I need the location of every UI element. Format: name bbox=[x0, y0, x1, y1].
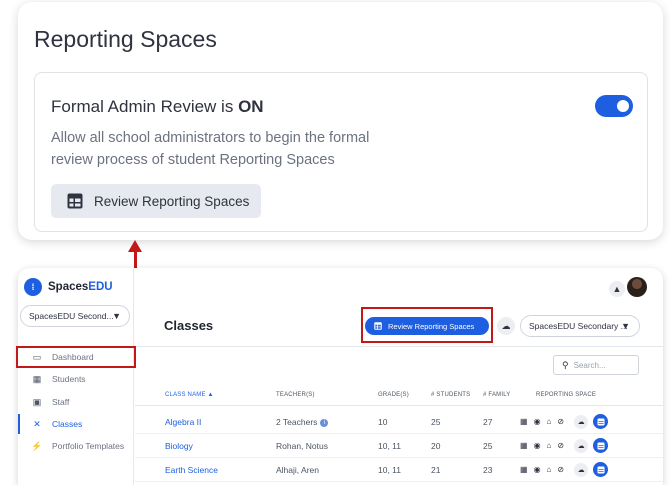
hidden-icon[interactable]: ⊘ bbox=[557, 441, 564, 450]
students-cell: 20 bbox=[431, 441, 441, 451]
divider bbox=[135, 346, 663, 347]
table-row[interactable]: Biology Rohan, Notus 10, 11 20 25 ▦ ◉ ⌂ … bbox=[135, 434, 663, 458]
formal-review-heading: Formal Admin Review is ON bbox=[51, 97, 264, 117]
cloud-icon[interactable]: ☁ bbox=[574, 462, 589, 477]
chevron-down-icon: ▼ bbox=[621, 321, 630, 331]
search-input[interactable]: ⚲ Search... bbox=[553, 355, 639, 375]
table-icon bbox=[67, 193, 83, 209]
class-name-link[interactable]: Earth Science bbox=[165, 465, 218, 475]
review-reporting-spaces-button[interactable]: Review Reporting Spaces bbox=[51, 184, 261, 218]
reporting-space-icon[interactable] bbox=[593, 438, 609, 453]
students-cell: 25 bbox=[431, 417, 441, 427]
family-cell: 25 bbox=[483, 441, 493, 451]
sidebar-item-label: Staff bbox=[52, 397, 70, 407]
bell-icon[interactable]: ▲ bbox=[609, 281, 625, 297]
family-cell: 23 bbox=[483, 465, 493, 475]
column-header-grades[interactable]: GRADE(S) bbox=[378, 392, 409, 398]
formal-review-card: Formal Admin Review is ON Allow all scho… bbox=[34, 72, 648, 232]
chevron-down-icon: ▼ bbox=[112, 311, 121, 321]
annotation-box-review-button bbox=[361, 307, 493, 343]
templates-icon: ⚡ bbox=[31, 440, 43, 451]
column-header-class-name[interactable]: CLASS NAME ▲ bbox=[165, 392, 214, 398]
grades-cell: 10, 11 bbox=[378, 465, 402, 475]
eye-icon[interactable]: ◉ bbox=[534, 417, 541, 426]
grades-cell: 10 bbox=[378, 417, 388, 427]
reporting-space-actions: ▦ ◉ ⌂ ⊘ ☁ bbox=[520, 414, 609, 429]
teachers-cell: 2 Teachers i bbox=[276, 417, 329, 427]
sidebar-item-portfolio-templates[interactable]: ⚡ Portfolio Templates bbox=[18, 436, 134, 456]
formal-review-description: Allow all school administrators to begin… bbox=[51, 130, 370, 168]
school-select-main[interactable]: SpacesEDU Secondary ... ▼ bbox=[520, 315, 640, 337]
logo-suffix: EDU bbox=[88, 281, 113, 293]
info-icon[interactable]: i bbox=[320, 418, 329, 427]
logo-text: SpacesEDU bbox=[48, 281, 113, 293]
class-name-link[interactable]: Algebra II bbox=[165, 417, 201, 427]
cloud-icon[interactable]: ☁ bbox=[574, 438, 589, 453]
teachers-cell: Alhaji, Aren bbox=[276, 465, 319, 475]
eye-icon[interactable]: ◉ bbox=[534, 441, 541, 450]
hidden-icon[interactable]: ⊘ bbox=[557, 465, 564, 474]
column-header-family[interactable]: # FAMILY bbox=[483, 392, 511, 398]
class-name-link[interactable]: Biology bbox=[165, 441, 193, 451]
group-icon[interactable]: ▦ bbox=[520, 441, 528, 450]
reporting-space-icon[interactable] bbox=[593, 414, 609, 429]
group-icon[interactable]: ▦ bbox=[520, 465, 528, 474]
sidebar-item-label: Portfolio Templates bbox=[52, 441, 125, 451]
grades-cell: 10, 11 bbox=[378, 441, 402, 451]
teachers-value: 2 Teachers bbox=[276, 417, 318, 427]
formal-review-toggle[interactable] bbox=[595, 95, 633, 117]
staff-icon: ▣ bbox=[32, 396, 42, 407]
sidebar-item-label: Students bbox=[52, 374, 86, 384]
annotation-box-dashboard bbox=[16, 346, 136, 368]
school-select-value: SpacesEDU Second... bbox=[29, 311, 114, 321]
reporting-space-actions: ▦ ◉ ⌂ ⊘ ☁ bbox=[520, 462, 609, 477]
main-content: ▲ Classes Review Reporting Spaces ☁ Spac… bbox=[135, 268, 663, 485]
sidebar-item-students[interactable]: ▦ Students bbox=[18, 369, 134, 389]
table-row[interactable]: Algebra II 2 Teachers i 10 25 27 ▦ ◉ ⌂ ⊘ … bbox=[135, 410, 663, 434]
cloud-icon[interactable]: ☁ bbox=[497, 317, 515, 335]
teachers-cell: Rohan, Notus bbox=[276, 441, 328, 451]
spacesedu-logo[interactable]: ⁞ SpacesEDU bbox=[24, 278, 113, 296]
callout-title: Reporting Spaces bbox=[34, 26, 217, 52]
formal-review-state: ON bbox=[238, 97, 264, 116]
avatar[interactable] bbox=[627, 277, 647, 297]
logo-prefix: Spaces bbox=[48, 281, 89, 293]
toggle-knob bbox=[617, 100, 629, 112]
formal-review-prefix: Formal Admin Review is bbox=[51, 97, 239, 116]
reporting-spaces-callout: Reporting Spaces Formal Admin Review is … bbox=[18, 2, 663, 240]
page-title: Classes bbox=[164, 318, 214, 333]
home-icon[interactable]: ⌂ bbox=[547, 417, 552, 426]
sidebar: ⁞ SpacesEDU SpacesEDU Second... ▼ ▭ Dash… bbox=[18, 268, 134, 485]
sidebar-item-staff[interactable]: ▣ Staff bbox=[18, 392, 134, 412]
students-icon: ▦ bbox=[32, 373, 42, 384]
column-header-label: CLASS NAME bbox=[165, 392, 206, 398]
reporting-space-actions: ▦ ◉ ⌂ ⊘ ☁ bbox=[520, 438, 609, 453]
spacesedu-app: ⁞ SpacesEDU SpacesEDU Second... ▼ ▭ Dash… bbox=[18, 268, 663, 485]
column-header-teachers[interactable]: TEACHER(S) bbox=[276, 392, 315, 398]
hidden-icon[interactable]: ⊘ bbox=[557, 417, 564, 426]
eye-icon[interactable]: ◉ bbox=[534, 465, 541, 474]
cloud-icon[interactable]: ☁ bbox=[574, 414, 589, 429]
table-header: CLASS NAME ▲ TEACHER(S) GRADE(S) # STUDE… bbox=[135, 386, 663, 406]
sidebar-item-label: Classes bbox=[52, 419, 83, 429]
classes-icon: ✕ bbox=[33, 418, 41, 429]
family-cell: 27 bbox=[483, 417, 493, 427]
logo-mark-icon: ⁞ bbox=[24, 278, 42, 296]
table-row[interactable]: Earth Science Alhaji, Aren 10, 11 21 23 … bbox=[135, 458, 663, 482]
reporting-space-icon[interactable] bbox=[593, 462, 609, 477]
group-icon[interactable]: ▦ bbox=[520, 417, 528, 426]
school-select[interactable]: SpacesEDU Second... ▼ bbox=[20, 305, 130, 327]
sidebar-item-classes[interactable]: ✕ Classes bbox=[18, 414, 134, 434]
review-button-label: Review Reporting Spaces bbox=[94, 193, 250, 209]
home-icon[interactable]: ⌂ bbox=[547, 465, 552, 474]
students-cell: 21 bbox=[431, 465, 441, 475]
search-placeholder: Search... bbox=[573, 360, 606, 370]
home-icon[interactable]: ⌂ bbox=[547, 441, 552, 450]
search-icon: ⚲ bbox=[562, 359, 569, 370]
school-select-value: SpacesEDU Secondary ... bbox=[529, 321, 628, 331]
column-header-reporting-space: REPORTING SPACE bbox=[536, 392, 597, 398]
column-header-students[interactable]: # STUDENTS bbox=[431, 392, 470, 398]
